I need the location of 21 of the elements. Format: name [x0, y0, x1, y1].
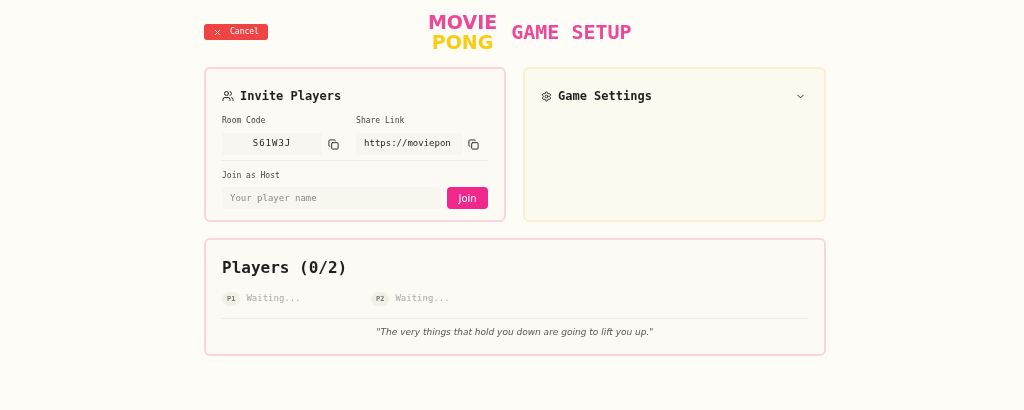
logo: MOVIE PONG	[427, 12, 498, 52]
copy-icon[interactable]	[468, 138, 480, 150]
join-button[interactable]: Join	[447, 187, 488, 209]
settings-icon	[541, 90, 552, 102]
player-name-input[interactable]: Your player name	[222, 187, 442, 209]
field-label: Room Code	[222, 115, 267, 127]
share-link-field[interactable]: https://moviepon	[356, 133, 463, 155]
card-title: Game Settings	[558, 88, 652, 105]
card-title: Invite Players	[240, 88, 342, 105]
player-status: Waiting...	[395, 292, 450, 306]
users-icon	[222, 90, 234, 102]
quote-text: "The very things that hold you down are going to lift you up."	[376, 326, 654, 339]
close-icon	[213, 27, 222, 37]
field-label: Join as Host	[222, 170, 281, 182]
field-label: Share Link	[356, 115, 406, 127]
room-code-field[interactable]: S61W3J	[222, 133, 322, 155]
copy-icon[interactable]	[328, 138, 339, 150]
card-title: Players (0/2)	[222, 257, 349, 279]
cancel-button[interactable]: Cancel	[204, 24, 268, 40]
page-title: GAME SETUP	[511, 19, 632, 46]
player-status: Waiting...	[246, 292, 301, 306]
